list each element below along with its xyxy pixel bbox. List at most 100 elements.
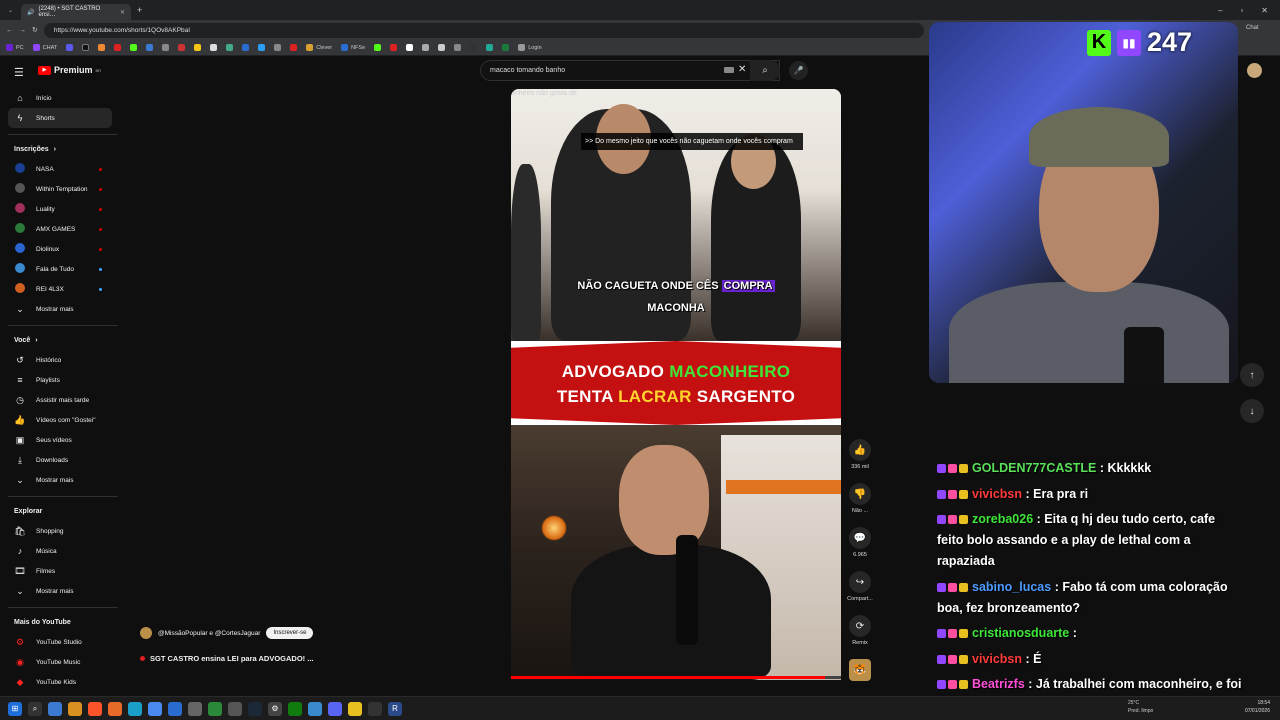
xbox-icon[interactable] bbox=[288, 701, 302, 716]
bookmark-icon[interactable] bbox=[210, 44, 218, 51]
search-input[interactable]: macaco tomando banho ✕ bbox=[480, 60, 780, 81]
sidebar-item-your-videos[interactable]: ▣ Seus vídeos bbox=[0, 430, 120, 450]
clear-search-icon[interactable]: ✕ bbox=[738, 64, 746, 75]
app-icon[interactable] bbox=[348, 701, 362, 716]
forward-icon[interactable]: → bbox=[19, 27, 26, 34]
chrome-icon[interactable] bbox=[148, 701, 162, 716]
channel-avatar[interactable] bbox=[140, 627, 152, 639]
maximize-icon[interactable]: ▫ bbox=[1240, 6, 1243, 15]
sidebar-item-films[interactable]: 🎞 Filmes bbox=[0, 561, 120, 581]
chat-shortcut[interactable]: Chat bbox=[1246, 25, 1259, 31]
bookmark-icon[interactable] bbox=[258, 44, 266, 51]
bookmark-clever[interactable]: Clever bbox=[306, 44, 332, 51]
bookmark-icon[interactable] bbox=[470, 44, 478, 51]
firefox-icon[interactable] bbox=[108, 701, 122, 716]
bookmark-icon[interactable] bbox=[66, 44, 74, 51]
sidebar-subscription-item[interactable]: NASA bbox=[0, 159, 120, 179]
sidebar-item-youtube-music[interactable]: ◉ YouTube Music bbox=[0, 652, 120, 672]
app-icon[interactable]: R bbox=[388, 701, 402, 716]
url-field[interactable]: https://www.youtube.com/shorts/1QOv8AKPb… bbox=[43, 22, 924, 38]
new-tab-plus-icon[interactable]: + bbox=[131, 5, 142, 15]
search-icon[interactable]: ⌕ bbox=[28, 701, 42, 716]
close-window-icon[interactable]: ✕ bbox=[1261, 6, 1268, 15]
sidebar-item-music[interactable]: ♪ Música bbox=[0, 541, 120, 561]
steam-icon[interactable] bbox=[248, 701, 262, 716]
windows-start-icon[interactable]: ⊞ bbox=[8, 701, 22, 716]
sidebar-subscription-item[interactable]: Fala de Tudo bbox=[0, 259, 120, 279]
sidebar-item-playlists[interactable]: ≡ Playlists bbox=[0, 370, 120, 390]
bookmark-icon[interactable] bbox=[242, 44, 250, 51]
sidebar-item-watch-later[interactable]: ◷ Assistir mais tarde bbox=[0, 390, 120, 410]
app-icon[interactable] bbox=[308, 701, 322, 716]
dislike-button[interactable]: 👎 Não ... bbox=[846, 483, 874, 514]
sidebar-item-history[interactable]: ↺ Histórico bbox=[0, 350, 120, 370]
sidebar-item-show-more[interactable]: ⌄ Mostrar mais bbox=[0, 470, 120, 490]
you-heading[interactable]: Você › bbox=[0, 330, 120, 350]
widgets-icon[interactable] bbox=[48, 701, 62, 716]
short-video-player[interactable]: onheiro não gosta de >> Do mesmo jeito q… bbox=[511, 89, 841, 680]
discord-icon[interactable] bbox=[328, 701, 342, 716]
youtube-logo[interactable]: ▶ Premium BR bbox=[38, 65, 101, 75]
bookmark-icon[interactable] bbox=[274, 44, 282, 51]
sidebar-item-youtube-studio[interactable]: ⚙ YouTube Studio bbox=[0, 632, 120, 652]
channel-name[interactable]: @MissãoPopular e @CortesJaguar bbox=[158, 630, 260, 637]
youtube-icon[interactable] bbox=[114, 44, 122, 51]
tab-list-chevron-icon[interactable]: ⌄ bbox=[0, 7, 21, 14]
short-title[interactable]: SGT CASTRO ensina LEI para ADVOGADO! ... bbox=[140, 654, 314, 663]
like-button[interactable]: 👍 336 mil bbox=[846, 439, 874, 470]
bookmark-icon[interactable] bbox=[406, 44, 414, 51]
reload-icon[interactable]: ↻ bbox=[32, 26, 38, 34]
subscribe-button[interactable]: Inscrever-se bbox=[266, 627, 314, 639]
bookmark-icon[interactable] bbox=[374, 44, 382, 51]
sidebar-item-youtube-kids[interactable]: ◆ YouTube Kids bbox=[0, 672, 120, 692]
voice-search-button[interactable]: 🎤 bbox=[789, 61, 808, 80]
bookmark-chat[interactable]: CHAT bbox=[32, 44, 57, 51]
subscriptions-heading[interactable]: Inscrições › bbox=[0, 139, 120, 159]
sound-thumbnail[interactable]: 🐯 bbox=[846, 659, 874, 684]
close-icon[interactable]: ✕ bbox=[120, 9, 125, 16]
sidebar-item-liked-videos[interactable]: 👍 Vídeos com "Gostei" bbox=[0, 410, 120, 430]
avatar[interactable] bbox=[1247, 63, 1262, 78]
next-short-button[interactable]: ↓ bbox=[1240, 399, 1264, 423]
app-icon[interactable] bbox=[168, 701, 182, 716]
file-explorer-icon[interactable] bbox=[68, 701, 82, 716]
app-icon[interactable] bbox=[208, 701, 222, 716]
keyboard-icon[interactable] bbox=[724, 67, 734, 73]
back-icon[interactable]: ← bbox=[6, 27, 13, 34]
bookmark-login[interactable]: Login bbox=[518, 44, 542, 51]
sidebar-subscription-item[interactable]: Diolinux bbox=[0, 239, 120, 259]
minimize-icon[interactable]: – bbox=[1218, 6, 1222, 15]
sidebar-item-show-more[interactable]: ⌄ Mostrar mais bbox=[0, 581, 120, 601]
bookmark-icon[interactable] bbox=[290, 44, 298, 51]
sidebar-item-home[interactable]: ⌂ Início bbox=[0, 88, 120, 108]
weather-widget[interactable]: 25°C Pred. limpo bbox=[1128, 699, 1153, 715]
bookmark-icon[interactable] bbox=[454, 44, 462, 51]
sidebar-subscription-item[interactable]: REI 4L3X bbox=[0, 279, 120, 299]
bookmark-icon[interactable] bbox=[98, 44, 106, 51]
kick-icon[interactable] bbox=[130, 44, 138, 51]
x-icon[interactable] bbox=[82, 44, 90, 51]
sidebar-subscription-item[interactable]: Luality bbox=[0, 199, 120, 219]
share-button[interactable]: ↪ Compart... bbox=[846, 571, 874, 602]
brave-icon[interactable] bbox=[88, 701, 102, 716]
bookmark-nfse[interactable]: NFSe bbox=[341, 44, 365, 51]
bookmark-icon[interactable] bbox=[226, 44, 234, 51]
app-icon[interactable] bbox=[368, 701, 382, 716]
sidebar-item-shorts[interactable]: ϟ Shorts bbox=[8, 108, 112, 128]
bookmark-pc[interactable]: PC bbox=[6, 44, 24, 51]
sidebar-subscription-item[interactable]: ⌄ Mostrar mais bbox=[0, 299, 120, 319]
sidebar-item-downloads[interactable]: ⤓ Downloads bbox=[0, 450, 120, 470]
bookmark-icon[interactable] bbox=[146, 44, 154, 51]
tab-youtube-short[interactable]: 🔊 (2248) • SGT CASTRO ensi… ✕ bbox=[21, 4, 132, 20]
speaker-icon[interactable]: 🔊 bbox=[27, 9, 34, 16]
edge-icon[interactable] bbox=[128, 701, 142, 716]
bookmark-icon[interactable] bbox=[194, 44, 202, 51]
system-clock[interactable]: 18:54 07/01/2026 bbox=[1245, 699, 1270, 715]
sidebar-subscription-item[interactable]: Within Temptation bbox=[0, 179, 120, 199]
bookmark-icon[interactable] bbox=[486, 44, 494, 51]
app-icon[interactable] bbox=[228, 701, 242, 716]
previous-short-button[interactable]: ↑ bbox=[1240, 363, 1264, 387]
sidebar-item-shopping[interactable]: 🛍 Shopping bbox=[0, 521, 120, 541]
video-progress-bar[interactable] bbox=[511, 676, 841, 679]
bookmark-icon[interactable] bbox=[162, 44, 170, 51]
